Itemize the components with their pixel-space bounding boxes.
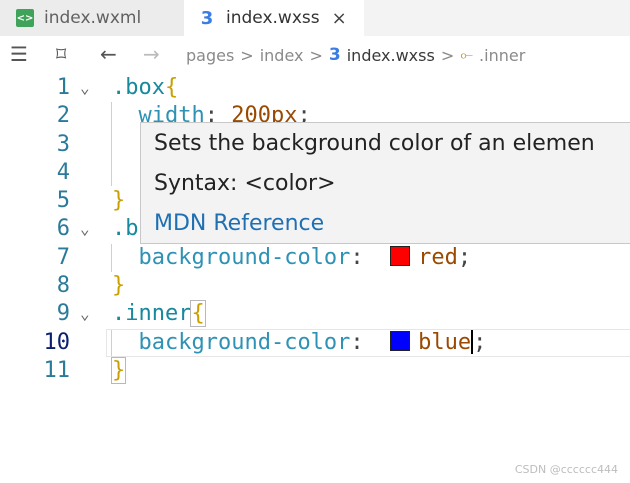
line-number: 2	[56, 103, 70, 128]
fold-chevron-icon[interactable]: ⌄	[80, 300, 100, 328]
mdn-reference-link[interactable]: MDN Reference	[154, 211, 324, 236]
breadcrumb-item[interactable]: .inner	[479, 46, 525, 65]
color-swatch-red[interactable]	[390, 246, 411, 266]
code-line[interactable]: 7 background-color: red;	[0, 244, 630, 272]
breadcrumb-bar: ☰ ⌑ ← → pages > index > 3 index.wxss > ⟜…	[0, 36, 630, 74]
code-line[interactable]: 9 ⌄ .inner{	[0, 300, 630, 328]
brace: }	[110, 357, 127, 384]
line-number: 5	[56, 188, 70, 213]
tab-label: index.wxss	[226, 8, 320, 28]
hover-tooltip: Sets the background color of an elemen S…	[140, 122, 630, 244]
css-file-icon: 3	[328, 45, 341, 65]
tab-index-wxss[interactable]: 3 index.wxss ×	[184, 0, 364, 36]
breadcrumb-item[interactable]: pages	[186, 46, 234, 65]
color-swatch-blue[interactable]	[390, 331, 411, 351]
css-selector: .inner	[112, 301, 192, 326]
code-line[interactable]: 1 ⌄ .box{	[0, 74, 630, 102]
breadcrumb-item[interactable]: index.wxss	[347, 46, 435, 65]
line-number: 8	[56, 273, 70, 298]
css-property: background-color	[138, 245, 351, 270]
wxml-file-icon: <>	[16, 9, 34, 27]
breadcrumb-separator: >	[309, 45, 323, 65]
line-number: 3	[56, 132, 70, 157]
brace: }	[112, 188, 126, 213]
line-number: 1	[56, 75, 70, 100]
breadcrumb-separator: >	[440, 45, 455, 65]
bookmark-icon[interactable]: ⌑	[56, 44, 66, 64]
back-arrow-icon[interactable]: ←	[100, 44, 117, 64]
tab-label: index.wxml	[44, 8, 142, 28]
line-number: 6	[56, 216, 70, 241]
breadcrumb-item[interactable]: index	[260, 46, 304, 65]
code-line[interactable]: 11 }	[0, 357, 630, 385]
brace: }	[112, 273, 126, 298]
css-value: red	[418, 245, 458, 270]
forward-arrow-icon[interactable]: →	[143, 44, 160, 64]
close-icon[interactable]: ×	[332, 8, 347, 29]
tab-bar: <> index.wxml 3 index.wxss ×	[0, 0, 630, 36]
hover-description: Sets the background color of an elemen	[154, 131, 595, 156]
line-number: 10	[43, 330, 71, 355]
colon: :	[350, 245, 364, 270]
brace: {	[190, 300, 206, 327]
css-property: background-color	[138, 330, 351, 355]
tab-index-wxml[interactable]: <> index.wxml	[0, 0, 184, 36]
css-selector: .box	[112, 75, 165, 100]
fold-chevron-icon[interactable]: ⌄	[80, 74, 100, 102]
brace: {	[164, 75, 179, 100]
code-line[interactable]: 8 }	[0, 272, 630, 300]
hover-syntax: Syntax: <color>	[154, 171, 336, 196]
line-number: 9	[56, 301, 70, 326]
line-number: 11	[43, 358, 71, 383]
list-icon[interactable]: ☰	[10, 44, 28, 64]
watermark: CSDN @cccccc444	[514, 463, 618, 476]
selector-icon: ⟜	[460, 45, 474, 64]
fold-chevron-icon[interactable]: ⌄	[80, 215, 100, 243]
css-file-icon: 3	[200, 7, 214, 29]
semicolon: ;	[457, 245, 472, 270]
semicolon: ;	[473, 330, 487, 355]
code-line[interactable]: 10 background-color: blue;	[0, 329, 630, 357]
breadcrumb-separator: >	[240, 45, 254, 65]
css-value: blue	[418, 330, 472, 355]
colon: :	[350, 330, 364, 355]
line-number: 7	[56, 245, 70, 270]
css-selector: .b	[112, 216, 139, 241]
breadcrumb: pages > index > 3 index.wxss > ⟜ .inner	[186, 45, 525, 65]
line-number: 4	[56, 160, 70, 185]
